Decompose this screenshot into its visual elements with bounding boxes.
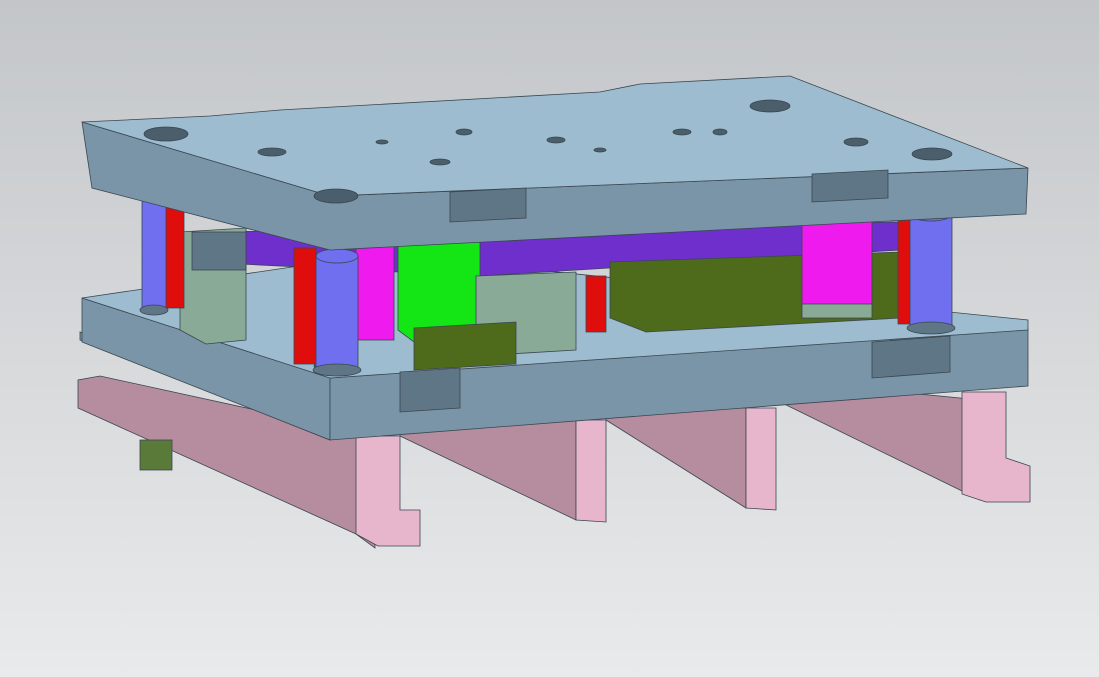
bolt-hole xyxy=(712,128,728,136)
guide-hole xyxy=(313,188,359,204)
guide-pillar-front-left[interactable] xyxy=(139,195,169,316)
cam-unit[interactable] xyxy=(179,227,247,345)
label-tag xyxy=(139,439,173,471)
spring-mid[interactable] xyxy=(585,275,607,333)
guide-hole xyxy=(911,147,953,161)
pad-left[interactable] xyxy=(355,243,395,341)
olive-block-small[interactable] xyxy=(413,321,517,371)
bolt-hole xyxy=(375,139,389,145)
guide-hole xyxy=(749,99,791,113)
bolt-hole xyxy=(455,128,473,136)
guide-pillar-front-center[interactable] xyxy=(312,248,362,377)
bolt-hole xyxy=(672,128,692,136)
cad-viewport[interactable] xyxy=(0,0,1099,677)
bolt-hole xyxy=(429,158,451,166)
pad-right-foot xyxy=(801,303,873,319)
guide-pillar-back-right[interactable] xyxy=(906,206,956,335)
spring-center[interactable] xyxy=(293,247,317,365)
die-assembly-model[interactable] xyxy=(0,0,1099,677)
bolt-hole xyxy=(546,136,566,144)
pad-right[interactable] xyxy=(801,211,873,309)
bolt-hole xyxy=(257,147,287,157)
bolt-hole xyxy=(593,147,607,153)
riser-middle-1[interactable] xyxy=(399,419,607,523)
bolt-hole xyxy=(843,137,869,147)
guide-hole xyxy=(143,126,189,142)
spring-left[interactable] xyxy=(163,199,185,309)
riser-middle-2[interactable] xyxy=(605,407,777,511)
